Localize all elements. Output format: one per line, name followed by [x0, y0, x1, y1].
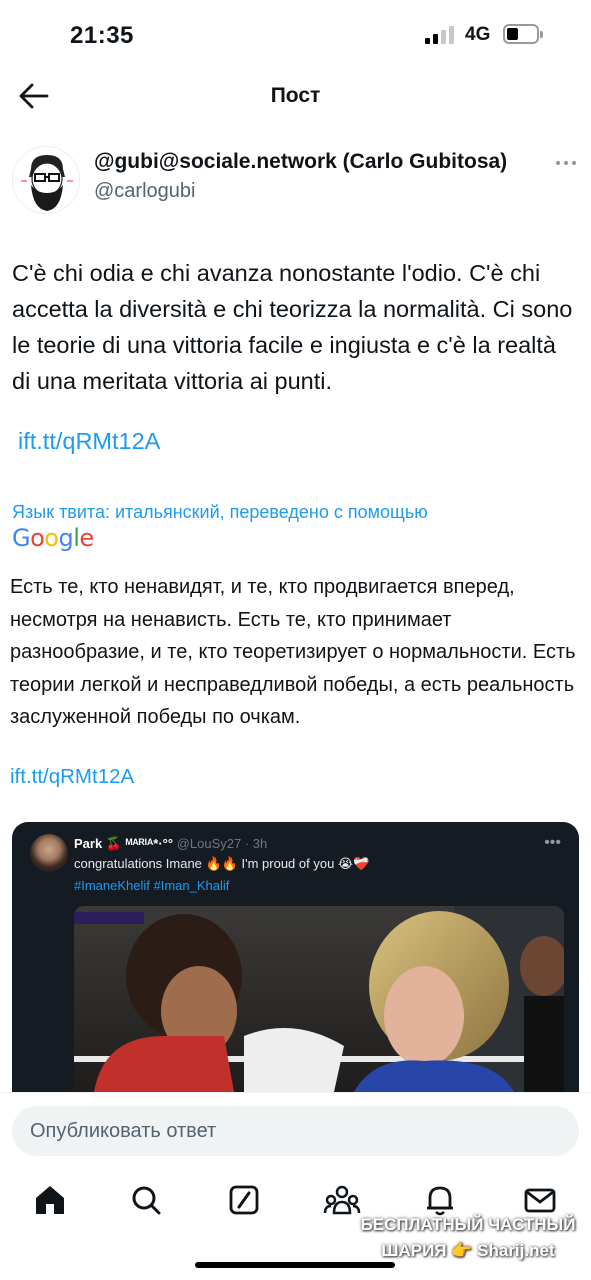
signal-icon: [425, 26, 457, 44]
compose-icon: [229, 1185, 259, 1215]
author-handle[interactable]: @carlogubi: [94, 180, 195, 203]
home-indicator: [195, 1262, 395, 1268]
avatar-illustration: [21, 155, 73, 211]
reply-area: Опубликовать ответ: [0, 1092, 591, 1172]
embedded-text: congratulations Imane 🔥🔥 I'm proud of yo…: [74, 856, 370, 871]
embedded-name: Park 🍒 ᴹᴬᴿᴵᴬ*·°°: [74, 836, 174, 851]
watermark-line-2: ШАРИЯ 👉 Sharij.net: [381, 1241, 555, 1260]
embedded-meta: @LouSy27 · 3h: [176, 836, 268, 851]
tab-search[interactable]: [126, 1180, 166, 1220]
embedded-author: Park 🍒 ᴹᴬᴿᴵᴬ*·°° @LouSy27 · 3h: [74, 836, 267, 852]
author-avatar[interactable]: [12, 146, 80, 214]
embedded-post-card[interactable]: Park 🍒 ᴹᴬᴿᴵᴬ*·°° @LouSy27 · 3h ••• congr…: [12, 822, 579, 1092]
search-icon: [132, 1186, 161, 1215]
status-bar: 21:35 4G: [0, 0, 591, 70]
boxing-photo: [74, 906, 564, 1092]
embedded-more-icon: •••: [544, 834, 561, 851]
translated-link[interactable]: ift.tt/qRMt12A: [10, 765, 134, 789]
page-title: Пост: [270, 84, 321, 107]
watermark-line-1: БЕСПЛАТНЫЙ ЧАСТНЫЙ: [360, 1215, 576, 1234]
reply-input[interactable]: Опубликовать ответ: [12, 1106, 579, 1156]
post-header: Пост: [0, 70, 591, 122]
tweet-link[interactable]: ift.tt/qRMt12A: [18, 428, 160, 455]
tab-home[interactable]: [30, 1180, 70, 1220]
embedded-hashtags[interactable]: #ImaneKhelif #Iman_Khalif: [74, 878, 229, 893]
home-icon: [36, 1186, 64, 1214]
network-type: 4G: [465, 24, 491, 45]
embedded-avatar: [30, 834, 68, 872]
status-time: 21:35: [70, 22, 134, 49]
battery-icon: [503, 24, 543, 44]
translation-note[interactable]: Язык твита: итальянский, переведено с по…: [12, 502, 428, 523]
translated-text: Есть те, кто ненавидят, и те, кто продви…: [10, 576, 576, 728]
google-logo: Google: [12, 524, 94, 552]
more-options-button[interactable]: [553, 150, 579, 176]
tab-compose[interactable]: [224, 1180, 264, 1220]
more-icon: [556, 161, 576, 165]
embedded-media[interactable]: [74, 906, 564, 1092]
tweet-text: C'è chi odia e chi avanza nonostante l'o…: [12, 260, 573, 394]
author-name[interactable]: @gubi@sociale.network (Carlo Gubitosa): [94, 150, 507, 174]
